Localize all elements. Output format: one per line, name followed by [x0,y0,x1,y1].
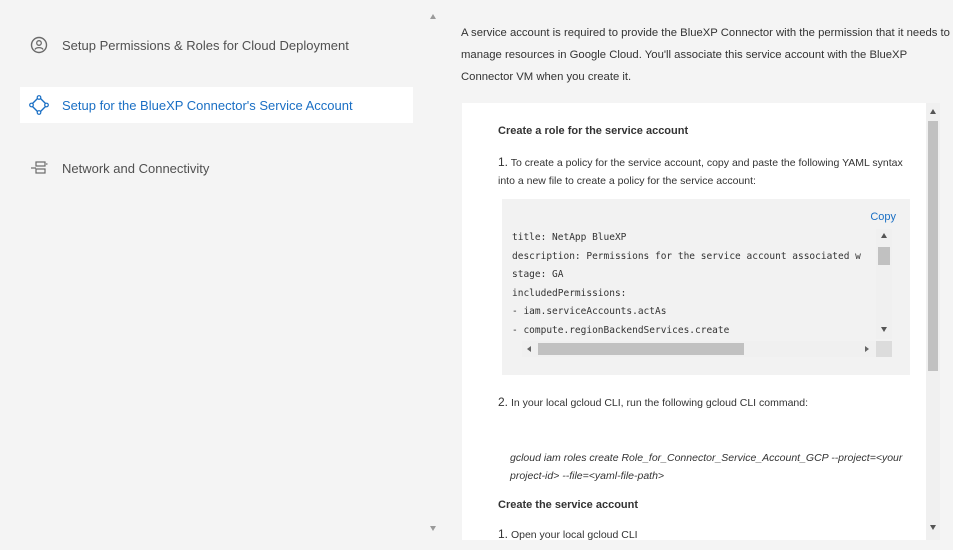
code-line: description: Permissions for the service… [512,250,861,262]
code-horizontal-scrollbar[interactable] [522,341,876,357]
step-2: 2. In your local gcloud CLI, run the fol… [498,393,918,412]
code-line: includedPermissions: [512,287,627,299]
section-title-create-role: Create a role for the service account [498,125,689,137]
code-lines: title: NetApp BlueXP description: Permiss… [512,229,874,341]
scroll-down-arrow-icon[interactable] [430,526,436,531]
code-line: stage: GA [512,269,564,280]
card-scroll-down-icon[interactable] [930,525,936,530]
step-text: In your local gcloud CLI, run the follow… [510,397,809,409]
card-scroll-thumb[interactable] [928,121,938,371]
instructions-card: Create a role for the service account 1.… [462,103,939,540]
step-1: 1. To create a policy for the service ac… [498,153,918,190]
code-line: - iam.serviceAccounts.actAs [512,306,667,317]
network-icon [28,157,50,179]
code-area[interactable]: title: NetApp BlueXP description: Permiss… [512,229,892,359]
content-panel: A service account is required to provide… [449,0,953,550]
section-title-create-service-account: Create the service account [498,499,639,511]
sidebar-item-connector-service-account[interactable]: Setup for the BlueXP Connector's Service… [20,87,413,123]
code-vertical-thumb[interactable] [878,247,890,265]
code-line: - compute.regionBackendServices.create [512,324,730,336]
step-number: 1. [498,527,509,540]
sidebar-item-label: Setup Permissions & Roles for Cloud Depl… [62,37,349,53]
gcloud-command: gcloud iam roles create Role_for_Connect… [510,452,903,482]
copy-button[interactable]: Copy [870,211,896,223]
left-panel: Setup Permissions & Roles for Cloud Depl… [0,0,430,550]
card-scroll-up-icon[interactable] [930,109,936,114]
sidebar-item-label: Setup for the BlueXP Connector's Service… [62,97,353,113]
connector-diamond-icon [28,94,50,116]
user-circle-icon [28,34,50,56]
code-scroll-right-icon[interactable] [865,346,869,352]
intro-text: A service account is required to provide… [461,27,950,83]
step-number: 1. [498,155,509,169]
code-horizontal-thumb[interactable] [538,343,744,355]
yaml-code-block: Copy title: NetApp BlueXP description: Pe… [502,199,910,375]
code-scroll-down-icon[interactable] [881,327,887,332]
code-scroll-up-icon[interactable] [881,233,887,238]
step-1-open-cli: 1. Open your local gcloud CLI [498,525,638,540]
step-text: To create a policy for the service accou… [498,157,903,187]
code-vertical-scrollbar[interactable] [876,229,892,339]
sidebar-scrollbar[interactable] [428,10,438,538]
code-line: title: NetApp BlueXP [512,232,627,243]
sidebar-item-label: Network and Connectivity [62,160,210,176]
sidebar-item-network-connectivity[interactable]: Network and Connectivity [20,150,413,186]
code-scroll-corner [876,341,892,357]
step-number: 2. [498,395,509,409]
code-scroll-left-icon[interactable] [527,346,531,352]
sidebar-item-permissions-roles[interactable]: Setup Permissions & Roles for Cloud Depl… [20,27,413,63]
step-text: Open your local gcloud CLI [510,529,638,540]
scroll-up-arrow-icon[interactable] [430,14,436,19]
card-scrollbar[interactable] [926,103,940,540]
